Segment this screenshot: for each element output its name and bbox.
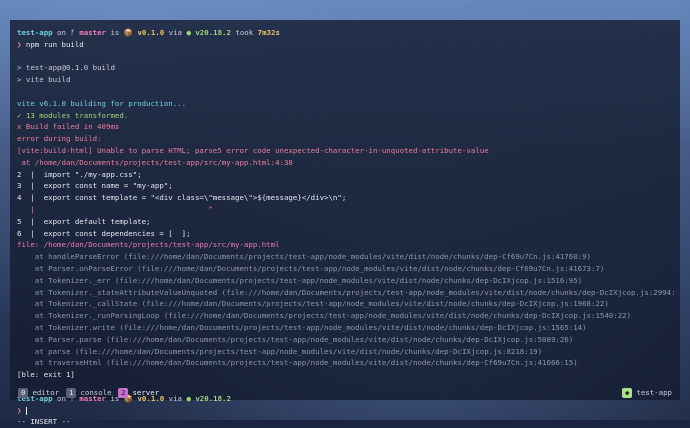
package-icon: 📦 xyxy=(123,28,134,37)
terminal-output: test-app on ᚠ master is 📦 v0.1.0 via ● v… xyxy=(17,27,674,428)
command-text: npm run build xyxy=(25,39,84,49)
prompt-arrow-icon: ❯ xyxy=(17,39,26,49)
error-heading: error during build: xyxy=(17,134,102,144)
stack-frame: at Parser.onParseError (file:///home/dan… xyxy=(17,263,605,273)
session-name: ◆ test-app xyxy=(621,388,672,398)
exit-status: [ble: exit 1] xyxy=(17,370,75,380)
prompt-node: v20.18.2 xyxy=(195,28,231,37)
stack-frame: at Tokenizer._runParsingLoop (file:///ho… xyxy=(17,311,632,321)
code-frame-line: 3 | export const name = "my-app"; xyxy=(17,181,173,191)
code-frame-line: 6 | export const dependencies = [ ]; xyxy=(17,228,191,238)
prompt-duration: 7m32s xyxy=(257,28,280,37)
stack-frame: at Parser.parse (file:///home/dan/Docume… xyxy=(17,334,574,344)
stack-frame: at parse (file:///home/dan/Documents/pro… xyxy=(17,346,543,356)
code-frame-line: 5 | export default template; xyxy=(17,216,151,226)
stack-frame: at Tokenizer._callState (file:///home/da… xyxy=(17,299,609,309)
window-tab-editor[interactable]: 0 editor xyxy=(18,388,59,398)
modules-transformed: ✓ 13 modules transformed. xyxy=(17,110,129,120)
git-branch-icon: ᚠ xyxy=(70,28,75,37)
npm-output: > test-app@0.1.0 build xyxy=(17,63,115,73)
stack-frame: at Tokenizer.write (file:///home/dan/Doc… xyxy=(17,322,587,332)
stack-frame: at traverseHtml (file:///home/dan/Docume… xyxy=(17,358,578,368)
shell-prompt: test-app on ᚠ master is 📦 v0.1.0 via ● v… xyxy=(17,28,280,37)
vite-building: vite v6.1.0 building for production... xyxy=(17,98,187,108)
command-line: ❯ npm run build xyxy=(17,39,674,51)
stack-frame: at handleParseError (file:///home/dan/Do… xyxy=(17,252,591,262)
window-tab-server[interactable]: 2 server xyxy=(118,388,159,398)
prompt-arrow-icon: ❯ xyxy=(17,405,26,415)
tmux-status-bar: 0 editor 1 console 2 server ◆ test-app xyxy=(10,386,680,400)
error-message: [vite:build-html] Unable to parse HTML; … xyxy=(17,145,489,155)
node-icon: ● xyxy=(186,28,191,37)
code-frame-line: 4 | export const template = "<div class=… xyxy=(17,193,347,203)
error-file: file: /home/dan/Documents/projects/test-… xyxy=(17,240,280,250)
text-cursor xyxy=(25,406,27,415)
prompt-branch: master xyxy=(79,28,107,37)
terminal-window[interactable]: test-app on ᚠ master is 📦 v0.1.0 via ● v… xyxy=(10,20,680,426)
command-input[interactable]: ❯ xyxy=(17,405,674,417)
insert-mode-indicator: -- INSERT -- xyxy=(17,417,71,427)
window-tab-console[interactable]: 1 console xyxy=(66,388,112,398)
session-icon: ◆ xyxy=(621,388,633,398)
stack-frame: at Tokenizer._stateAttributeValueUnquote… xyxy=(17,287,674,297)
build-failed: x Build failed in 409ms xyxy=(17,122,120,132)
error-location: at /home/dan/Documents/projects/test-app… xyxy=(17,157,293,167)
npm-output: > vite build xyxy=(17,75,71,85)
prompt-dir: test-app xyxy=(17,28,53,37)
stack-frame: at Tokenizer._err (file:///home/dan/Docu… xyxy=(17,275,583,285)
code-frame-caret: | ^ xyxy=(17,204,213,214)
prompt-version: v0.1.0 xyxy=(137,28,165,37)
code-frame-line: 2 | import "./my-app.css"; xyxy=(17,169,142,179)
